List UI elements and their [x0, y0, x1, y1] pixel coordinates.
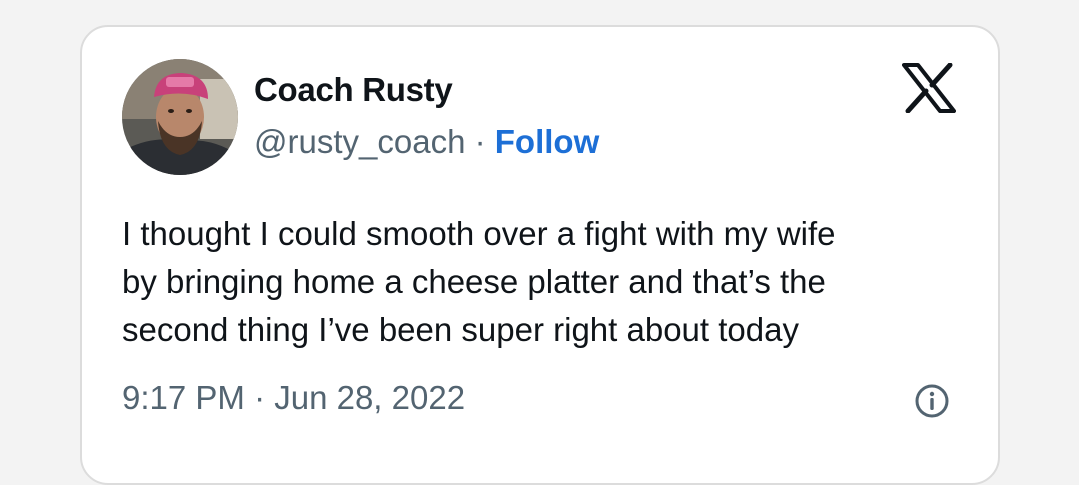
follow-button[interactable]: Follow — [495, 123, 599, 160]
avatar[interactable] — [122, 59, 238, 175]
handle-line: @rusty_coach · Follow — [254, 123, 599, 161]
avatar-photo — [122, 59, 238, 175]
separator-dot: · — [465, 123, 495, 160]
x-logo-icon[interactable] — [902, 62, 956, 114]
info-icon[interactable] — [914, 383, 950, 419]
tweet-timestamp[interactable]: 9:17 PM · Jun 28, 2022 — [122, 379, 465, 417]
tweet-text: I thought I could smooth over a fight wi… — [122, 215, 836, 348]
tweet-card: Coach Rusty @rusty_coach · Follow I thou… — [80, 25, 1000, 485]
author-name[interactable]: Coach Rusty — [254, 71, 453, 109]
author-handle[interactable]: @rusty_coach — [254, 123, 465, 160]
